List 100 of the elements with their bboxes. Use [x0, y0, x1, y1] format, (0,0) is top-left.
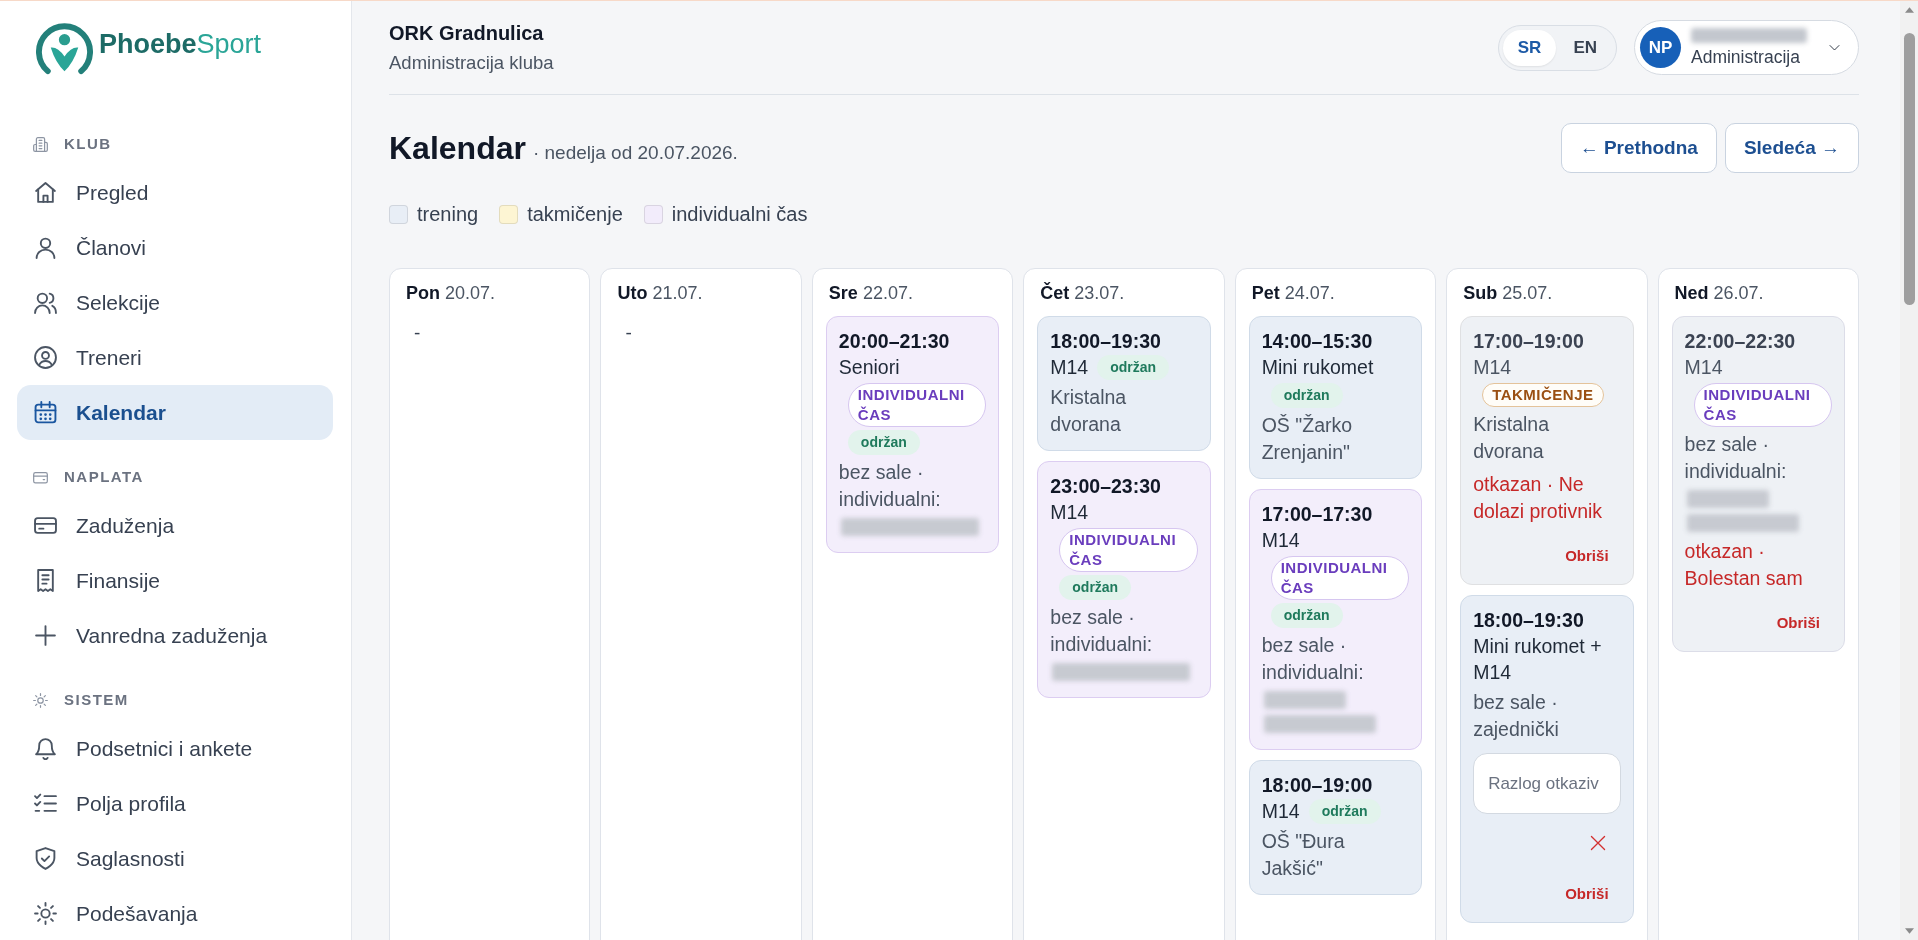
event-time: 18:00–19:30: [1473, 608, 1585, 633]
session-type-badge: INDIVIDUALNI ČAS: [847, 383, 987, 427]
delete-button[interactable]: Obriši: [1553, 540, 1621, 572]
user-avatar: NP: [1640, 27, 1681, 68]
event-title: M14: [1050, 500, 1089, 525]
event-time: 20:00–21:30: [838, 329, 951, 354]
scroll-down-icon[interactable]: [1904, 928, 1914, 934]
chevron-down-icon: [1829, 42, 1840, 53]
session-type-badge: INDIVIDUALNI ČAS: [1270, 556, 1410, 600]
date-label: 26.07.: [1713, 283, 1764, 303]
status-badge: održan: [847, 430, 920, 455]
date-label: 25.07.: [1502, 283, 1553, 303]
event-title: M14: [1261, 528, 1300, 553]
status-badge: održan: [1308, 798, 1381, 824]
weekday-label: Sre: [828, 283, 858, 303]
event-title: Mini rukomet + M14: [1473, 634, 1603, 685]
weekday-label: Pet: [1251, 283, 1280, 303]
event-location: Kristalna dvorana: [1050, 385, 1128, 437]
bell-icon: [34, 737, 57, 760]
user-role: Administracija: [1691, 47, 1800, 67]
event-time: 23:00–23:30: [1050, 474, 1162, 499]
scrollbar-thumb[interactable]: [1903, 33, 1915, 305]
delete-button[interactable]: Obriši: [1764, 607, 1832, 639]
event-title: Mini rukomet: [1261, 355, 1374, 380]
user-icon: [34, 236, 57, 259]
nav-item[interactable]: Polja profila: [17, 776, 333, 831]
date-label: 21.07.: [652, 283, 703, 303]
delete-button[interactable]: Obriši: [1553, 878, 1621, 910]
nav-item[interactable]: Vanredna zaduženja: [17, 608, 333, 663]
status-badge: održan: [1270, 383, 1343, 408]
status-badge: održan: [1059, 575, 1132, 600]
nav-item[interactable]: Treneri: [17, 330, 333, 385]
nav-item[interactable]: Podsetnici i ankete: [17, 721, 333, 776]
event-location: OŠ "Đura Jakšić": [1261, 829, 1346, 881]
event-location: bez sale · individualni:: [1684, 432, 1788, 484]
event-location: OŠ "Žarko Zrenjanin": [1261, 413, 1354, 465]
legend-label: trening: [417, 202, 479, 227]
weekday-label: Uto: [617, 283, 648, 303]
nav-item[interactable]: Finansije: [17, 553, 333, 608]
language-button[interactable]: EN: [1558, 29, 1612, 66]
cancel-reason-field[interactable]: Razlog otkaziv: [1473, 753, 1621, 814]
weekday-label: Ned: [1674, 283, 1709, 303]
event-time: 22:00–22:30: [1684, 329, 1797, 354]
section-heading: SISTEM: [64, 690, 129, 710]
event-location: Kristalna dvorana: [1473, 412, 1550, 464]
week-label: · nedelja od 20.07.2026.: [532, 141, 738, 164]
nav-item[interactable]: Kalendar: [17, 385, 333, 440]
scrollbar[interactable]: [1900, 1, 1918, 940]
session-type-badge: TAKMIČENJE: [1482, 383, 1604, 407]
language-button[interactable]: SR: [1502, 29, 1557, 66]
wallet-icon: [33, 469, 48, 485]
checklist-icon: [34, 792, 57, 815]
event-time: 17:00–19:00: [1473, 329, 1585, 354]
nav-item[interactable]: Zaduženja: [17, 498, 333, 553]
nav-item[interactable]: Pregled: [17, 165, 333, 220]
shield-check-icon: [34, 847, 57, 870]
event-time: 14:00–15:30: [1261, 329, 1374, 354]
nav-item[interactable]: Podešavanja: [17, 886, 333, 940]
home-icon: [34, 181, 57, 204]
weekday-label: Sub: [1463, 283, 1498, 303]
user-circle-icon: [34, 346, 57, 369]
event-title: M14: [1684, 355, 1723, 380]
empty-day-text: -: [625, 321, 632, 345]
weekday-label: Pon: [406, 283, 440, 303]
brand-name: PhoebeSport: [99, 29, 262, 59]
event-title: M14: [1473, 355, 1512, 380]
next-week-button[interactable]: Sledeća →: [1724, 123, 1859, 173]
nav-item[interactable]: Selekcije: [17, 275, 333, 330]
users-icon: [34, 291, 57, 314]
date-label: 22.07.: [862, 283, 913, 303]
cancel-reason: otkazan · Ne dolazi protivnik: [1473, 472, 1604, 524]
scroll-up-icon[interactable]: [1904, 7, 1914, 13]
empty-day-text: -: [414, 321, 421, 345]
date-label: 23.07.: [1074, 283, 1125, 303]
session-type-badge: INDIVIDUALNI ČAS: [1693, 383, 1832, 427]
nav-item[interactable]: Članovi: [17, 220, 333, 275]
event-location: bez sale · individualni:: [838, 460, 942, 512]
building-icon: [33, 136, 48, 152]
nav-item[interactable]: Saglasnosti: [17, 831, 333, 886]
event-title: M14: [1261, 799, 1300, 824]
receipt-icon: [34, 569, 57, 592]
credit-card-icon: [34, 514, 57, 537]
event-location: bez sale · individualni:: [1261, 633, 1365, 685]
event-title: M14: [1050, 355, 1089, 380]
date-label: 24.07.: [1284, 283, 1335, 303]
user-menu[interactable]: NP Administracija: [1634, 20, 1859, 75]
sun-icon: [33, 692, 48, 708]
session-type-badge: INDIVIDUALNI ČAS: [1059, 528, 1198, 572]
legend-label: takmičenje: [527, 202, 623, 227]
event-location: bez sale · individualni:: [1050, 605, 1154, 657]
event-location: bez sale · zajednički: [1473, 690, 1560, 742]
event-time: 18:00–19:00: [1261, 773, 1374, 798]
status-badge: održan: [1097, 354, 1170, 380]
section-heading: NAPLATA: [64, 467, 144, 487]
event-title: Seniori: [838, 355, 900, 380]
club-name: ORK Gradnulica: [389, 20, 545, 45]
weekday-label: Čet: [1040, 283, 1070, 303]
status-badge: održan: [1270, 603, 1343, 628]
previous-week-button[interactable]: ← Prethodna: [1560, 123, 1717, 173]
cancel-reason: otkazan · Bolestan sam: [1684, 539, 1804, 591]
